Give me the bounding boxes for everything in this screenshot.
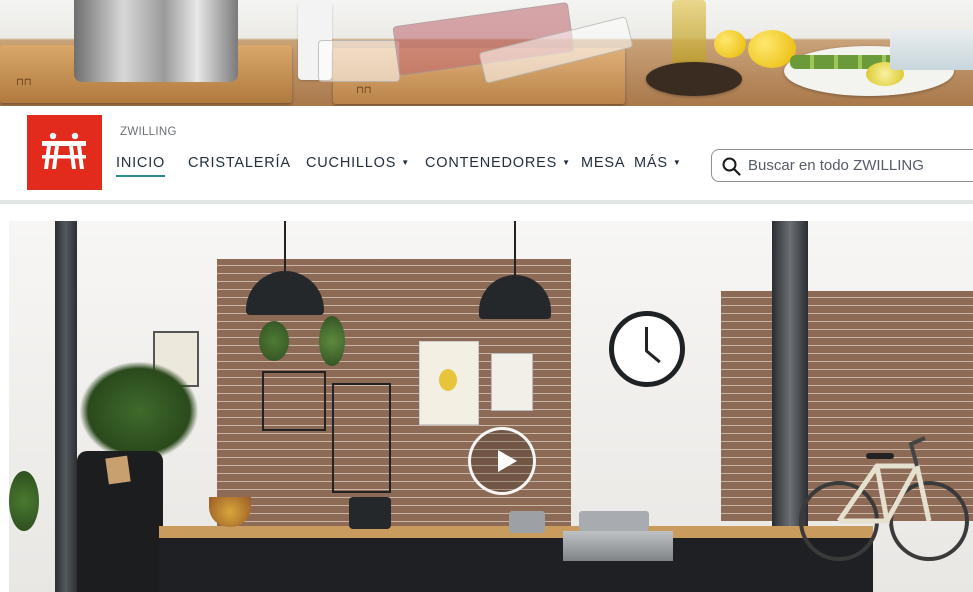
- search-box[interactable]: [711, 149, 973, 182]
- hero-video[interactable]: [9, 221, 973, 592]
- zwilling-twins-logo-icon[interactable]: [27, 115, 102, 190]
- site-header: ZWILLING INICIO CRISTALERÍA CUCHILLOS ▼ C…: [0, 106, 973, 202]
- search-input[interactable]: [748, 150, 973, 181]
- nav-item-mesa[interactable]: MESA: [581, 155, 625, 171]
- nav-item-cristaleria[interactable]: CRISTALERÍA: [188, 155, 291, 171]
- search-icon[interactable]: [722, 157, 741, 181]
- header-divider: [0, 200, 973, 204]
- play-icon: [498, 450, 517, 472]
- caret-down-icon: ▼: [562, 158, 571, 167]
- zwilling-mark-icon: ⊓⊓: [16, 77, 32, 88]
- zwilling-mark-icon: ⊓⊓: [356, 85, 372, 96]
- play-button[interactable]: [468, 427, 536, 495]
- caret-down-icon: ▼: [401, 158, 410, 167]
- caret-down-icon: ▼: [672, 158, 682, 167]
- nav-item-cuchillos[interactable]: CUCHILLOS ▼: [306, 155, 410, 171]
- bicycle-decoration: [799, 436, 969, 561]
- nav-item-inicio[interactable]: INICIO: [116, 155, 166, 177]
- banner-image: ⊓⊓ ⊓⊓: [0, 0, 973, 106]
- nav-item-contenedores[interactable]: CONTENEDORES ▼: [425, 155, 571, 171]
- nav-item-mas[interactable]: MÁS ▼: [634, 155, 682, 171]
- brand-label: ZWILLING: [120, 126, 177, 138]
